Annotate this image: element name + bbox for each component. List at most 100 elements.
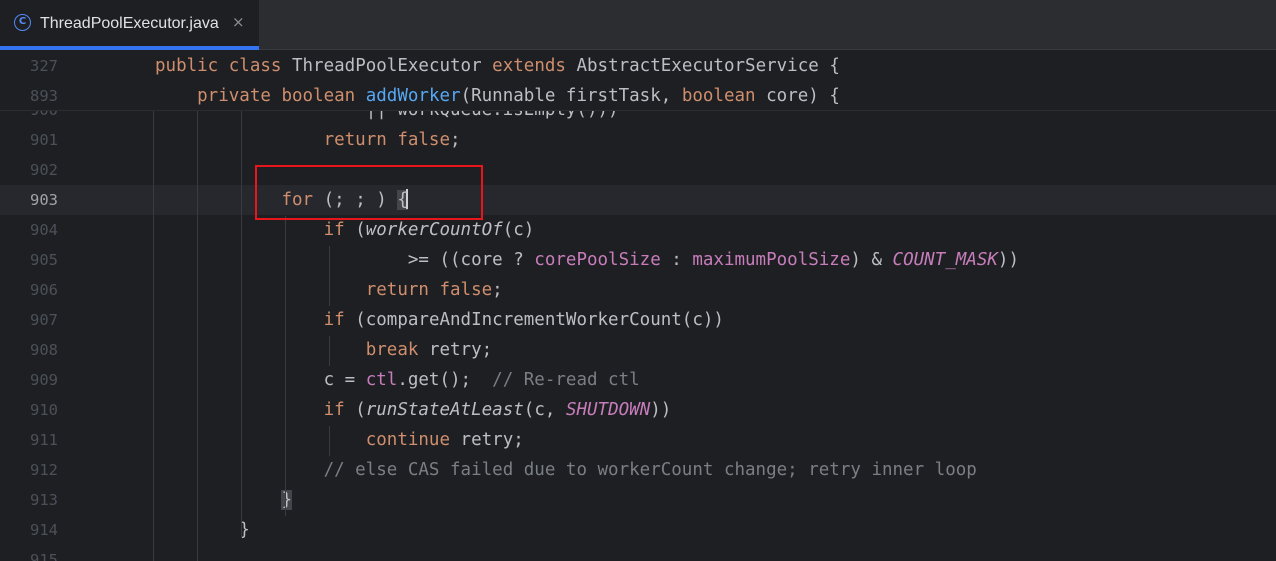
code-text[interactable]: } xyxy=(155,515,250,545)
code-token: (Runnable firstTask, xyxy=(460,86,682,106)
code-token: } xyxy=(155,520,250,540)
code-token: COUNT_MASK xyxy=(892,250,998,270)
code-line[interactable]: 913 } xyxy=(0,485,1276,515)
code-token: retry; xyxy=(428,340,493,360)
line-number[interactable]: 909 xyxy=(30,365,62,395)
indent-guide xyxy=(285,216,286,516)
code-line[interactable]: 901 return false; xyxy=(0,125,1276,155)
code-token: (compareAndIncrementWorkerCount(c)) xyxy=(355,310,724,330)
editor-tab-bar: C ThreadPoolExecutor.java × xyxy=(0,0,1276,50)
code-token: workerCountOf xyxy=(365,220,503,240)
code-token: addWorker xyxy=(365,86,461,106)
code-token: retry; xyxy=(460,430,524,450)
line-number[interactable]: 902 xyxy=(30,155,62,185)
code-line[interactable]: 907 if (compareAndIncrementWorkerCount(c… xyxy=(0,305,1276,335)
indent-guide xyxy=(241,111,242,538)
line-number[interactable]: 911 xyxy=(30,425,62,455)
annotation-highlight-box xyxy=(255,165,483,220)
code-token: AbstractExecutorService { xyxy=(576,56,840,76)
code-text[interactable]: continue retry; xyxy=(155,425,524,455)
code-line[interactable]: 912 // else CAS failed due to workerCoun… xyxy=(0,455,1276,485)
line-number[interactable]: 908 xyxy=(30,335,62,365)
code-token: // else CAS failed due to workerCount ch… xyxy=(323,460,977,480)
code-line[interactable]: 905 >= ((core ? corePoolSize : maximumPo… xyxy=(0,245,1276,275)
close-icon[interactable]: × xyxy=(232,13,245,31)
line-number[interactable]: 907 xyxy=(30,305,62,335)
code-token: (c) xyxy=(502,220,535,240)
line-number[interactable]: 904 xyxy=(30,215,62,245)
code-line[interactable]: 327 public class ThreadPoolExecutor exten… xyxy=(0,51,1276,81)
ide-window: C ThreadPoolExecutor.java × 327 public cl… xyxy=(0,0,1276,561)
code-token: ; xyxy=(450,130,461,150)
line-number[interactable]: 901 xyxy=(30,125,62,155)
sticky-scroll-header[interactable]: 327 public class ThreadPoolExecutor exten… xyxy=(0,51,1276,111)
code-line[interactable]: 915 xyxy=(0,545,1276,561)
indent-guide xyxy=(329,426,330,456)
line-number[interactable]: 905 xyxy=(30,245,62,275)
code-text[interactable]: break retry; xyxy=(155,335,492,365)
line-number[interactable]: 913 xyxy=(30,485,62,515)
line-number[interactable]: 914 xyxy=(30,515,62,545)
indent-guide xyxy=(153,111,154,561)
code-token: return false xyxy=(365,280,493,300)
code-line[interactable]: 906 return false; xyxy=(0,275,1276,305)
code-token: >= ((core ? xyxy=(155,250,535,270)
code-line[interactable]: 914 } xyxy=(0,515,1276,545)
code-text[interactable]: public class ThreadPoolExecutor extends … xyxy=(155,51,840,81)
code-token: ctl xyxy=(365,370,398,390)
code-token: runStateAtLeast xyxy=(365,400,524,420)
code-token: ThreadPoolExecutor xyxy=(291,56,493,76)
code-text[interactable]: if (runStateAtLeast(c, SHUTDOWN)) xyxy=(155,395,672,425)
code-line[interactable]: 909 c = ctl.get(); // Re-read ctl xyxy=(0,365,1276,395)
tab-label: ThreadPoolExecutor.java xyxy=(40,15,219,32)
code-token: return false xyxy=(323,130,451,150)
code-token: SHUTDOWN xyxy=(565,400,651,420)
code-line[interactable]: 893 private boolean addWorker(Runnable f… xyxy=(0,81,1276,111)
code-token: : xyxy=(660,250,693,270)
line-number[interactable]: 893 xyxy=(30,81,62,111)
code-line[interactable]: 902 xyxy=(0,155,1276,185)
indent-guide xyxy=(197,111,198,561)
line-number[interactable]: 915 xyxy=(30,545,62,561)
code-token: maximumPoolSize xyxy=(692,250,851,270)
line-number[interactable]: 906 xyxy=(30,275,62,305)
code-text[interactable]: // else CAS failed due to workerCount ch… xyxy=(155,455,977,485)
code-editor[interactable]: 327 public class ThreadPoolExecutor exten… xyxy=(0,51,1276,561)
code-token: )) xyxy=(997,250,1019,270)
line-number[interactable]: 912 xyxy=(30,455,62,485)
code-token: ( xyxy=(355,220,366,240)
code-token: private xyxy=(155,86,282,106)
indent-guide xyxy=(329,336,330,366)
code-line[interactable]: 908 break retry; xyxy=(0,335,1276,365)
code-token: continue xyxy=(365,430,461,450)
matched-brace: } xyxy=(281,490,292,510)
line-number[interactable]: 327 xyxy=(30,51,62,81)
code-token: if xyxy=(323,310,356,330)
code-token: boolean xyxy=(681,86,767,106)
code-text[interactable]: return false; xyxy=(155,125,461,155)
active-tab-indicator xyxy=(0,46,259,50)
code-token: core) { xyxy=(766,86,840,106)
code-line-current[interactable]: 903 for (; ; ) { xyxy=(0,185,1276,215)
code-line[interactable]: 904 if (workerCountOf(c) xyxy=(0,215,1276,245)
indent-guide xyxy=(329,246,330,306)
code-line[interactable]: 910 if (runStateAtLeast(c, SHUTDOWN)) xyxy=(0,395,1276,425)
code-token: class xyxy=(228,56,292,76)
line-number[interactable]: 903 xyxy=(30,185,62,215)
line-number[interactable]: 910 xyxy=(30,395,62,425)
code-line[interactable]: 911 continue retry; xyxy=(0,425,1276,455)
code-token: public xyxy=(155,56,229,76)
tab-threadpoolexecutor[interactable]: C ThreadPoolExecutor.java × xyxy=(0,0,259,50)
code-token: extends xyxy=(492,56,577,76)
code-text[interactable]: } xyxy=(155,485,292,515)
code-token: c = xyxy=(155,370,366,390)
code-token: ; xyxy=(492,280,503,300)
code-text[interactable]: private boolean addWorker(Runnable first… xyxy=(155,81,840,111)
code-text[interactable]: c = ctl.get(); // Re-read ctl xyxy=(155,365,640,395)
